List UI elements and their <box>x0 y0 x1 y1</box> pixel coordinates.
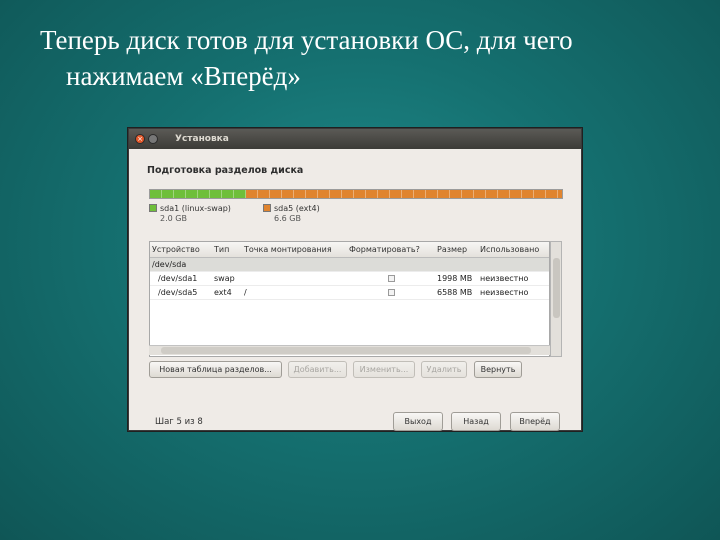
row-type: ext4 <box>214 288 232 297</box>
row-size: 6588 MB <box>437 288 473 297</box>
quit-button[interactable]: Выход <box>393 412 443 431</box>
partition-segment-sda1 <box>150 190 246 198</box>
installer-window: × Установка Подготовка разделов диска sd… <box>128 128 582 431</box>
format-checkbox[interactable] <box>388 275 395 282</box>
scrollbar-thumb[interactable] <box>161 347 531 354</box>
page-heading: Подготовка разделов диска <box>147 165 304 176</box>
row-device: /dev/sda1 <box>158 274 198 283</box>
new-partition-table-button[interactable]: Новая таблица разделов... <box>149 361 282 378</box>
partition-bar <box>149 189 563 199</box>
minimize-icon[interactable] <box>148 134 158 144</box>
partition-table: Устройство Тип Точка монтирования Формат… <box>149 241 550 357</box>
legend-item-sda1: sda1 (linux-swap) 2.0 GB <box>149 204 231 224</box>
format-checkbox[interactable] <box>388 289 395 296</box>
delete-partition-button[interactable]: Удалить <box>421 361 467 378</box>
column-used[interactable]: Использовано <box>480 245 539 254</box>
column-mount[interactable]: Точка монтирования <box>244 245 332 254</box>
row-used: неизвестно <box>480 274 529 283</box>
table-row[interactable]: /dev/sda5 ext4 / 6588 MB неизвестно <box>150 286 549 300</box>
slide-title-line2: нажимаем «Вперёд» <box>66 61 301 91</box>
table-header: Устройство Тип Точка монтирования Формат… <box>150 242 549 258</box>
window-titlebar[interactable]: × Установка <box>129 129 581 149</box>
slide-title-line1: Теперь диск готов для установки ОС, для … <box>40 25 573 55</box>
change-partition-button[interactable]: Изменить... <box>353 361 415 378</box>
legend-size-sda5: 6.6 GB <box>274 214 301 223</box>
legend-swatch-sda1 <box>149 204 157 212</box>
back-button[interactable]: Назад <box>451 412 501 431</box>
column-size[interactable]: Размер <box>437 245 467 254</box>
revert-button[interactable]: Вернуть <box>474 361 522 378</box>
close-icon[interactable]: × <box>135 134 145 144</box>
partition-segment-sda5 <box>245 190 562 198</box>
legend-label-sda5: sda5 (ext4) <box>274 204 320 213</box>
column-device[interactable]: Устройство <box>152 245 200 254</box>
column-format[interactable]: Форматировать? <box>349 245 420 254</box>
table-row[interactable]: /dev/sda <box>150 258 549 272</box>
table-horizontal-scrollbar[interactable] <box>149 345 550 355</box>
row-size: 1998 MB <box>437 274 473 283</box>
step-indicator: Шаг 5 из 8 <box>155 417 203 427</box>
table-row[interactable]: /dev/sda1 swap 1998 MB неизвестно <box>150 272 549 286</box>
forward-button[interactable]: Вперёд <box>510 412 560 431</box>
row-type: swap <box>214 274 235 283</box>
scrollbar-thumb[interactable] <box>553 258 560 318</box>
slide-title: Теперь диск готов для установки ОС, для … <box>40 22 700 94</box>
legend-size-sda1: 2.0 GB <box>160 214 187 223</box>
row-used: неизвестно <box>480 288 529 297</box>
row-device: /dev/sda <box>152 260 187 269</box>
window-title: Установка <box>175 134 229 144</box>
row-device: /dev/sda5 <box>158 288 198 297</box>
legend-swatch-sda5 <box>263 204 271 212</box>
legend-item-sda5: sda5 (ext4) 6.6 GB <box>263 204 320 224</box>
legend-label-sda1: sda1 (linux-swap) <box>160 204 231 213</box>
add-partition-button[interactable]: Добавить... <box>288 361 347 378</box>
column-type[interactable]: Тип <box>214 245 229 254</box>
row-mount: / <box>244 288 247 297</box>
table-vertical-scrollbar[interactable] <box>550 241 562 357</box>
